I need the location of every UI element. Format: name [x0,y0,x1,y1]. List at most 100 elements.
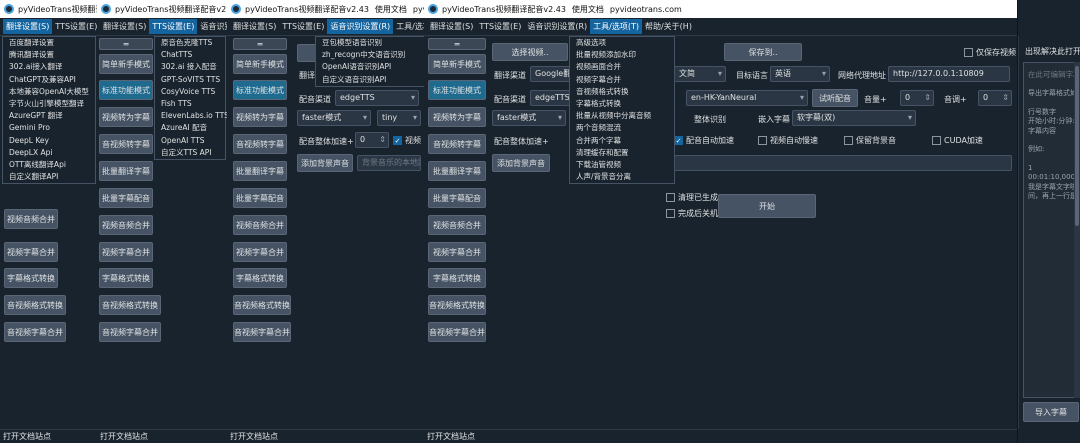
menu-recog-settings[interactable]: 语音识别设置(R) [524,19,590,34]
sidebar-btn-av-sub-merge[interactable]: 音视频字幕合并 [4,322,66,342]
sidebar-btn-batch-dub[interactable]: 批量字幕配音 [99,188,153,208]
dub-channel-select[interactable]: edgeTTS [335,90,419,106]
sidebar-btn-simple[interactable]: 简单新手模式 [428,54,486,74]
menu-translate-settings[interactable]: 翻译设置(S) [427,19,476,34]
sidebar-btn-batch-translate[interactable]: 批量翻译字幕 [233,161,287,181]
sidebar-btn-av-format[interactable]: 音视频格式转换 [4,295,66,315]
cuda-check[interactable]: CUDA加速 [932,135,983,146]
import-subtitle-button[interactable]: 导入字幕 [1023,402,1079,422]
menu-item-fish-tts[interactable]: Fish TTS [155,98,225,110]
menu-item-chattts[interactable]: ChatTTS [155,49,225,61]
sidebar-btn-av-format[interactable]: 音视频格式转换 [233,295,291,315]
menu-item-local-openai[interactable]: 本地兼容OpenAI大模型 [3,86,95,98]
status-bar[interactable]: 打开文档站点 [97,429,227,443]
source-lang-select[interactable]: 文简 [674,66,726,82]
status-bar[interactable]: 打开文档站点 [0,429,97,443]
keep-bg-check[interactable]: 保留背景音 [844,135,896,146]
sidebar-btn-video-audio-merge[interactable]: 视频音频合并 [428,215,486,235]
doc-link[interactable]: 使用文档 [375,4,407,15]
menu-item-302ai-dub[interactable]: 302.ai 接入配音 [155,61,225,73]
sidebar-btn-av-sub-merge[interactable]: 音视频字幕合并 [99,322,161,342]
sidebar-btn-video-sub-merge[interactable]: 视频字幕合并 [428,242,486,262]
sidebar-btn-batch-dub[interactable]: 批量字幕配音 [233,188,287,208]
status-bar[interactable]: 打开文档站点 [227,429,424,443]
menu-item-gemini[interactable]: Gemini Pro [3,122,95,134]
sidebar-btn-simple[interactable]: 简单新手模式 [233,54,287,74]
menu-translate-settings[interactable]: 翻译设置(S) [230,19,279,34]
menu-translate-settings[interactable]: 翻译设置(S) [3,19,53,34]
sidebar-btn-video-to-sub[interactable]: 视频转为字幕 [428,107,486,127]
menu-item-custom-tts[interactable]: 自定义TTS API [155,147,225,159]
shutdown-check[interactable]: 完成后关机 [666,208,718,219]
recog-mode-select[interactable]: faster模式 [492,110,566,126]
sidebar-btn-batch-translate[interactable]: 批量翻译字幕 [99,161,153,181]
sidebar-btn-av-format[interactable]: 音视频格式转换 [428,295,486,315]
sidebar-btn-standard[interactable]: 标准功能模式 [233,80,287,100]
menu-item-video-merge[interactable]: 视频画面合并 [570,61,674,73]
menu-item-merge-subs[interactable]: 合并两个字幕 [570,135,674,147]
recog-mode-select[interactable]: faster模式 [297,110,371,126]
sidebar-btn-av-to-sub[interactable]: 音视频转字幕 [99,134,153,154]
sidebar-btn-sub-format[interactable]: 字幕格式转换 [4,268,58,288]
menu-item-custom-recog[interactable]: 自定义语音识别API [316,74,424,86]
subtitle-editor[interactable]: 在此可编辑字幕 导出字幕格式如下 行号数字 开始小时:分钟:秒 字幕内容 例如:… [1023,62,1080,398]
sidebar-btn-sub-format[interactable]: 字幕格式转换 [233,268,287,288]
menu-recog-settings[interactable]: 语音识别设置(R) [327,19,394,34]
sidebar-btn-simple[interactable]: 简单新手模式 [99,54,153,74]
dub-speed-spin[interactable]: 0 [355,132,389,148]
menu-item-azureai-dub[interactable]: AzureAI 配音 [155,122,225,134]
start-button[interactable]: 开始 [718,194,816,218]
menu-tts-settings[interactable]: TTS设置(E) [52,19,97,34]
subtitle-scrollbar[interactable] [1074,62,1080,398]
menu-tts-settings[interactable]: TTS设置(E) [149,19,198,34]
menu-item-elevenlabs[interactable]: ElevenLabs.io TTS [155,110,227,122]
menu-item-advanced[interactable]: 高级选项 [570,37,674,49]
add-bg-music-button[interactable]: 添加背景声音 [297,154,353,172]
menu-item-302ai[interactable]: 302.ai接入翻译 [3,61,95,73]
bg-music-path[interactable]: 背景音乐的本地路径 [357,155,421,171]
menu-item-clear-cache[interactable]: 清理缓存和配置 [570,147,674,159]
add-bg-music-button[interactable]: 添加背景声音 [492,154,550,172]
sidebar-btn-video-audio-merge[interactable]: 视频音频合并 [99,215,153,235]
sidebar-btn-av-to-sub[interactable]: 音视频转字幕 [233,134,287,154]
volume-spin[interactable]: 0 [900,90,934,106]
sidebar-btn-video-sub-merge[interactable]: 视频字幕合并 [4,242,58,262]
clear-gen-check[interactable]: 清理已生成 [666,192,718,203]
menu-item-cosyvoice[interactable]: CosyVoice TTS [155,86,225,98]
sidebar-btn-batch-dub[interactable]: 批量字幕配音 [428,188,486,208]
sidebar-btn-standard[interactable]: 标准功能模式 [99,80,153,100]
embed-sub-select[interactable]: 软字幕(双) [792,110,916,126]
video-auto-slow-check[interactable]: 视频自动慢速 [758,135,818,146]
voice-select[interactable]: en-HK-YanNeural [686,90,808,106]
test-dub-button[interactable]: 试听配音 [812,89,858,107]
menu-item-tencent[interactable]: 腾讯翻译设置 [3,49,95,61]
menu-item-vocal-separate[interactable]: 人声/背景音分离 [570,171,674,183]
menu-translate-settings[interactable]: 翻译设置(S) [100,19,149,34]
menu-item-ott[interactable]: OTT离线翻译Api [3,159,95,171]
sidebar-btn-video-sub-merge[interactable]: 视频字幕合并 [99,242,153,262]
menu-item-doubao[interactable]: 豆包模型语音识别 [316,37,424,49]
keep-video-check[interactable]: 仅保存视频 [964,47,1016,58]
menu-item-clone-tts[interactable]: 原音色克隆TTS [155,37,225,49]
sidebar-btn-video-to-sub[interactable]: 视频转为字幕 [99,107,153,127]
menu-item-av-format[interactable]: 音视频格式转换 [570,86,674,98]
menu-item-youtube-download[interactable]: 下载油管视频 [570,159,674,171]
menu-help[interactable]: 帮助/关于(H) [642,19,695,34]
model-select[interactable]: tiny [377,110,421,126]
sidebar-btn-standard[interactable]: 标准功能模式 [428,80,486,100]
menu-tts-settings[interactable]: TTS设置(E) [476,19,524,34]
menu-item-video-sub-merge[interactable]: 视频字幕合并 [570,74,674,86]
menu-item-zh-recogn[interactable]: zh_recogn中文语音识别 [316,49,424,61]
menu-item-volcengine[interactable]: 字节火山引擎模型翻译 [3,98,95,110]
select-video-button[interactable]: 选择视频.. [492,43,568,61]
menu-item-baidu[interactable]: 百度翻译设置 [3,37,95,49]
menu-item-audio-mix[interactable]: 两个音频混流 [570,122,674,134]
sidebar-btn-video-to-sub[interactable]: 视频转为字幕 [233,107,287,127]
scroll-thumb[interactable] [1075,66,1079,226]
menu-item-deeplx[interactable]: DeepLX Api [3,147,95,159]
auto-dub-speed-check[interactable]: ✓ 配音自动加速 [674,135,734,146]
save-to-button[interactable]: 保存到.. [724,43,802,61]
menu-item-gpt-sovits[interactable]: GPT-SoVITS TTS [155,74,225,86]
sidebar-btn-sub-format[interactable]: 字幕格式转换 [428,268,486,288]
sidebar-btn-av-sub-merge[interactable]: 音视频字幕合并 [428,322,486,342]
